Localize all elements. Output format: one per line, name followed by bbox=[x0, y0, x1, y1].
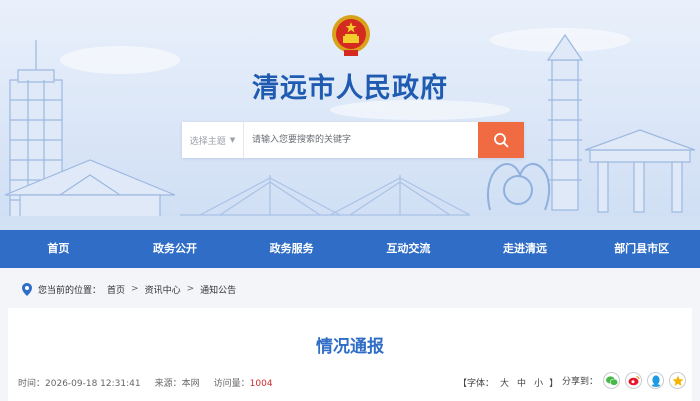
qq-icon bbox=[651, 374, 660, 387]
wechat-icon bbox=[605, 375, 618, 386]
article-card: 情况通报 时间：2026-09-18 12:31:41 来源：本网 访问量：10… bbox=[8, 308, 692, 401]
source-value: 本网 bbox=[181, 379, 200, 389]
nav-item-home[interactable]: 首页 bbox=[0, 230, 117, 268]
publish-time: 时间：2026-09-18 12:31:41 bbox=[18, 376, 141, 389]
font-size-control: 【字体： 大 中 小 】 bbox=[458, 376, 558, 389]
source-label: 来源： bbox=[154, 379, 182, 389]
chevron-down-icon: ▼ bbox=[229, 136, 236, 144]
wechat-share-button[interactable] bbox=[603, 372, 621, 389]
header-banner: 清远市人民政府 选择主题 ▼ bbox=[0, 0, 700, 230]
search-bar: 选择主题 ▼ bbox=[182, 122, 524, 158]
site-title: 清远市人民政府 bbox=[252, 73, 448, 104]
qq-share-button[interactable] bbox=[647, 372, 665, 389]
time-value: 2026-09-18 12:31:41 bbox=[45, 379, 141, 389]
nav-item-about-qingyuan[interactable]: 走进清远 bbox=[467, 230, 584, 268]
location-pin-icon bbox=[22, 282, 32, 296]
topic-select[interactable]: 选择主题 ▼ bbox=[182, 122, 244, 158]
weibo-icon bbox=[628, 376, 640, 386]
search-input[interactable] bbox=[244, 122, 478, 158]
search-icon bbox=[494, 133, 509, 148]
views-label: 访问量： bbox=[213, 379, 250, 389]
breadcrumb: 您当前的位置： 首页 > 资讯中心 > 通知公告 bbox=[22, 282, 236, 296]
nav-item-departments[interactable]: 部门县市区 bbox=[583, 230, 700, 268]
qzone-icon bbox=[672, 375, 684, 386]
article-title: 情况通报 bbox=[316, 337, 384, 357]
font-size-small-button[interactable]: 小 bbox=[532, 376, 545, 389]
nav-item-government-affairs[interactable]: 政务公开 bbox=[117, 230, 234, 268]
weibo-share-button[interactable] bbox=[625, 372, 643, 389]
breadcrumb-link-home[interactable]: 首页 bbox=[107, 283, 125, 296]
view-count: 访问量：1004 bbox=[214, 376, 273, 389]
views-value: 1004 bbox=[249, 379, 273, 389]
breadcrumb-separator: > bbox=[131, 284, 139, 294]
share-label: 分享到： bbox=[562, 377, 599, 387]
font-size-label: 【字体： bbox=[458, 379, 495, 389]
share-bar: 分享到： bbox=[562, 372, 687, 389]
search-button[interactable] bbox=[478, 122, 524, 158]
qzone-share-button[interactable] bbox=[669, 372, 687, 389]
main-nav: 首页 政务公开 政务服务 互动交流 走进清远 部门县市区 bbox=[0, 230, 700, 268]
font-size-medium-button[interactable]: 中 bbox=[515, 376, 528, 389]
breadcrumb-link-notices[interactable]: 通知公告 bbox=[200, 283, 236, 296]
national-emblem-icon bbox=[332, 15, 370, 56]
time-label: 时间： bbox=[18, 379, 46, 389]
nav-item-government-services[interactable]: 政务服务 bbox=[233, 230, 350, 268]
source: 来源：本网 bbox=[155, 376, 200, 389]
font-size-large-button[interactable]: 大 bbox=[498, 376, 511, 389]
nav-item-interaction[interactable]: 互动交流 bbox=[350, 230, 467, 268]
breadcrumb-separator: > bbox=[186, 284, 195, 294]
font-size-close: 】 bbox=[549, 379, 559, 389]
breadcrumb-link-news-center[interactable]: 资讯中心 bbox=[145, 283, 181, 296]
article-meta: 时间：2026-09-18 12:31:41 来源：本网 访问量：1004 bbox=[18, 376, 287, 389]
breadcrumb-prefix: 您当前的位置： bbox=[38, 285, 102, 296]
topic-select-label: 选择主题 bbox=[189, 136, 226, 147]
